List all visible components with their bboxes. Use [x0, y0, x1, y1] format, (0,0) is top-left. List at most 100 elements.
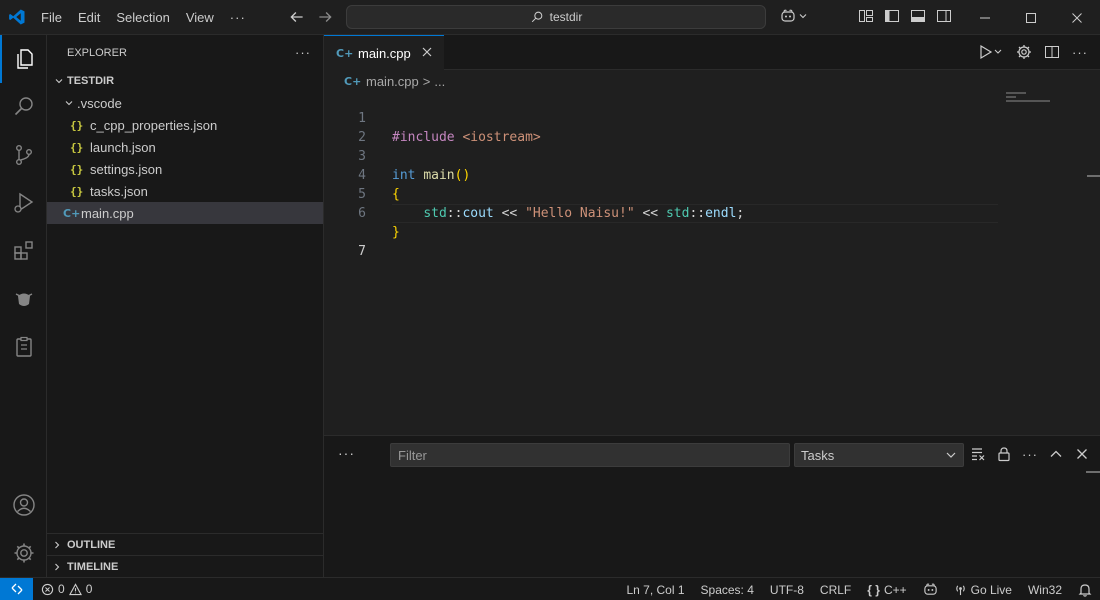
json-file-icon: {} — [70, 140, 84, 154]
copilot-icon — [781, 9, 795, 22]
panel-more-actions[interactable]: ··· — [1022, 447, 1038, 462]
remote-indicator[interactable] — [0, 577, 33, 600]
breadcrumb-file[interactable]: main.cpp — [366, 74, 419, 89]
filter-field[interactable] — [390, 443, 790, 467]
language-mode[interactable]: { } C++ — [859, 583, 914, 597]
encoding[interactable]: UTF-8 — [762, 583, 812, 597]
nav-arrows — [288, 8, 334, 26]
source-control-icon — [15, 145, 32, 166]
close-icon[interactable] — [1074, 446, 1090, 462]
code-editor[interactable]: 1 #include <iostream> 2 3 int main() 4 {… — [324, 90, 1100, 435]
activity-source-control[interactable] — [0, 131, 47, 179]
more-actions-button[interactable]: ··· — [1072, 45, 1088, 60]
end-of-line[interactable]: CRLF — [812, 583, 859, 597]
code-line: 6 } — [324, 185, 1100, 240]
file-label: c_cpp_properties.json — [90, 117, 218, 133]
cpp-file-icon: C+ — [63, 206, 81, 220]
code-line: 4 { — [324, 147, 1100, 202]
braces-icon: { } — [867, 582, 880, 597]
chevron-right-icon — [47, 540, 67, 550]
toggle-panel-icon[interactable] — [910, 8, 926, 24]
activity-search[interactable] — [0, 83, 47, 131]
clipboard-icon — [15, 336, 32, 357]
close-icon — [1072, 12, 1082, 23]
file-main-cpp[interactable]: C+ main.cpp — [47, 202, 323, 224]
timeline-section[interactable]: TIMELINE — [47, 555, 323, 577]
lock-icon[interactable] — [996, 446, 1012, 462]
menu-view[interactable]: View — [178, 10, 222, 25]
gear-icon[interactable] — [1016, 44, 1032, 60]
close-icon[interactable] — [420, 45, 434, 59]
close-window-button[interactable] — [1054, 0, 1100, 35]
toggle-secondary-sidebar-icon[interactable] — [936, 8, 952, 24]
sidebar-header: EXPLORER ··· — [47, 35, 323, 70]
panel-actions: ··· — [970, 446, 1090, 462]
menu-selection[interactable]: Selection — [108, 10, 177, 25]
maximize-icon — [1026, 12, 1036, 23]
maximize-button[interactable] — [1008, 0, 1054, 35]
code-line: 3 int main() — [324, 128, 1100, 183]
title-bar: File Edit Selection View ··· testdir — [0, 0, 1100, 35]
menu-more[interactable]: ··· — [222, 10, 254, 25]
activity-extensions[interactable] — [0, 227, 47, 275]
copilot-icon — [923, 583, 937, 595]
code-line: 1 #include <iostream> — [324, 90, 1100, 145]
cursor-position[interactable]: Ln 7, Col 1 — [618, 583, 692, 597]
breadcrumb-more[interactable]: ... — [434, 74, 445, 89]
activity-remote-explorer[interactable] — [0, 323, 47, 371]
problems-indicator[interactable]: 0 0 — [41, 582, 92, 596]
activity-manage[interactable] — [0, 529, 47, 577]
output-channel-select[interactable]: Tasks — [794, 443, 964, 467]
editor-scrollbar-marker — [1087, 175, 1100, 177]
tab-label: main.cpp — [358, 45, 411, 61]
vscode-logo-icon — [9, 9, 25, 25]
minimize-button[interactable] — [962, 0, 1008, 35]
activity-explorer[interactable] — [0, 35, 47, 83]
chevron-down-icon — [61, 98, 77, 108]
panel-more-button[interactable]: ··· — [338, 445, 355, 461]
json-file-icon: {} — [70, 184, 84, 198]
sidebar-more-button[interactable]: ··· — [295, 45, 311, 60]
chevron-down-icon — [51, 76, 67, 86]
close-brace: } — [392, 225, 400, 240]
select-value: Tasks — [801, 447, 835, 463]
chevron-up-icon[interactable] — [1048, 446, 1064, 462]
platform-indicator[interactable]: Win32 — [1020, 583, 1070, 597]
indentation[interactable]: Spaces: 4 — [693, 583, 762, 597]
file-c-cpp-properties[interactable]: {} c_cpp_properties.json — [47, 114, 323, 136]
activity-accounts[interactable] — [0, 481, 47, 529]
activity-run-debug[interactable] — [0, 179, 47, 227]
toggle-primary-sidebar-icon[interactable] — [884, 8, 900, 24]
file-tasks-json[interactable]: {} tasks.json — [47, 180, 323, 202]
menu-file[interactable]: File — [33, 10, 70, 25]
file-launch-json[interactable]: {} launch.json — [47, 136, 323, 158]
customize-layout-icon[interactable] — [858, 8, 874, 24]
split-editor-icon[interactable] — [1044, 44, 1060, 60]
breadcrumb-separator: > — [422, 73, 431, 89]
search-icon — [14, 97, 33, 116]
bell-icon — [1078, 583, 1092, 597]
go-live-button[interactable]: Go Live — [946, 583, 1020, 597]
folder-vscode[interactable]: .vscode — [47, 92, 323, 114]
menu-edit[interactable]: Edit — [70, 10, 108, 25]
folder-root-testdir[interactable]: TESTDIR — [47, 70, 323, 92]
editor-actions: ··· — [978, 44, 1088, 60]
run-debug-dropdown-icon[interactable] — [978, 44, 1004, 60]
tab-main-cpp[interactable]: C+ main.cpp — [324, 35, 444, 70]
copilot-menu-button[interactable] — [780, 8, 808, 24]
outline-section[interactable]: OUTLINE — [47, 533, 323, 555]
code-line: 2 — [324, 109, 1100, 145]
copilot-status[interactable] — [915, 582, 946, 597]
gear-icon — [14, 543, 33, 563]
back-arrow-icon[interactable] — [288, 8, 306, 26]
file-settings-json[interactable]: {} settings.json — [47, 158, 323, 180]
minimize-icon — [980, 17, 990, 18]
minimap[interactable] — [1006, 92, 1056, 106]
command-center-search[interactable]: testdir — [346, 5, 766, 29]
forward-arrow-icon[interactable] — [316, 8, 334, 26]
code-line: 5 std::cout << "Hello Naisu!" << std::en… — [324, 166, 1100, 221]
activity-testing[interactable] — [0, 275, 47, 323]
notifications-button[interactable] — [1070, 583, 1100, 597]
filter-input[interactable] — [398, 447, 778, 463]
clear-output-icon[interactable] — [970, 446, 986, 462]
